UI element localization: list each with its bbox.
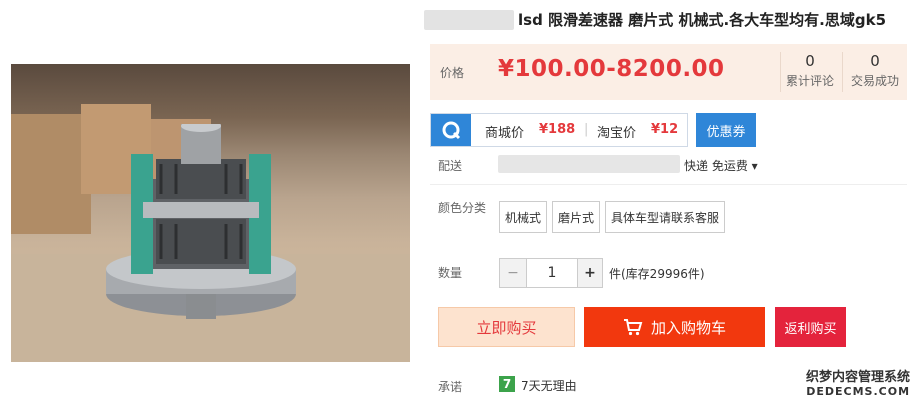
stat-reviews[interactable]: 0 累计评论 bbox=[780, 52, 840, 89]
seven-day-return-text: 7天无理由 bbox=[521, 379, 577, 393]
stat-sales-label: 交易成功 bbox=[850, 74, 899, 88]
divider bbox=[430, 184, 907, 185]
promise-label: 承诺 bbox=[438, 380, 463, 394]
stat-reviews-count: 0 bbox=[805, 52, 815, 70]
add-to-cart-button[interactable]: 加入购物车 bbox=[584, 307, 765, 347]
product-title: lsd 限滑差速器 磨片式 机械式.各大车型均有.思域gk5 bbox=[518, 11, 887, 29]
mall-price-value: ¥188 bbox=[539, 122, 576, 137]
watermark-line2: DEDECMS.COM bbox=[806, 385, 911, 398]
price-compare-bar: 商城价 ¥188 | 淘宝价 ¥12 bbox=[430, 113, 688, 147]
buy-now-button[interactable]: 立即购买 bbox=[438, 307, 575, 347]
blurred-location bbox=[498, 155, 680, 173]
background-box bbox=[11, 114, 91, 234]
q-logo-icon bbox=[431, 114, 471, 146]
coupon-button[interactable]: 优惠券 bbox=[696, 113, 756, 147]
cart-icon bbox=[623, 319, 643, 336]
color-label: 颜色分类 bbox=[438, 201, 487, 215]
stat-sales[interactable]: 0 交易成功 bbox=[843, 52, 907, 89]
taobao-price-label: 淘宝价 bbox=[597, 126, 637, 141]
shipping-label: 配送 bbox=[438, 159, 463, 173]
price-panel: 价格 ¥100.00-8200.00 0 累计评论 0 交易成功 bbox=[430, 44, 907, 100]
price-value: ¥100.00-8200.00 bbox=[498, 56, 725, 82]
blurred-shop-name bbox=[424, 10, 514, 30]
option-mechanical[interactable]: 机械式 bbox=[499, 201, 547, 233]
differential-illustration bbox=[106, 124, 296, 319]
shipping-method-dropdown[interactable]: 快递 免运费 ▾ bbox=[684, 157, 758, 174]
watermark-line1: 织梦内容管理系统 bbox=[806, 370, 911, 385]
add-to-cart-label: 加入购物车 bbox=[650, 318, 726, 337]
divider-pipe: | bbox=[584, 122, 589, 137]
quantity-input[interactable]: 1 bbox=[527, 258, 577, 288]
option-contact-service[interactable]: 具体车型请联系客服 bbox=[605, 201, 725, 233]
mall-price-label: 商城价 bbox=[485, 126, 525, 141]
product-image[interactable] bbox=[11, 64, 410, 362]
seven-day-icon: 7 bbox=[499, 376, 515, 392]
taobao-price-value: ¥12 bbox=[651, 122, 679, 137]
rebate-buy-button[interactable]: 返利购买 bbox=[775, 307, 846, 347]
option-clutch-plate[interactable]: 磨片式 bbox=[552, 201, 600, 233]
quantity-label: 数量 bbox=[438, 266, 463, 280]
watermark: 织梦内容管理系统 DEDECMS.COM bbox=[806, 366, 910, 398]
stat-reviews-label: 累计评论 bbox=[785, 74, 834, 88]
quantity-plus-button[interactable]: + bbox=[577, 258, 603, 288]
price-label: 价格 bbox=[440, 66, 465, 80]
quantity-minus-button[interactable]: − bbox=[499, 258, 527, 288]
stat-sales-count: 0 bbox=[870, 52, 880, 70]
stock-text: 件(库存29996件) bbox=[609, 267, 705, 281]
